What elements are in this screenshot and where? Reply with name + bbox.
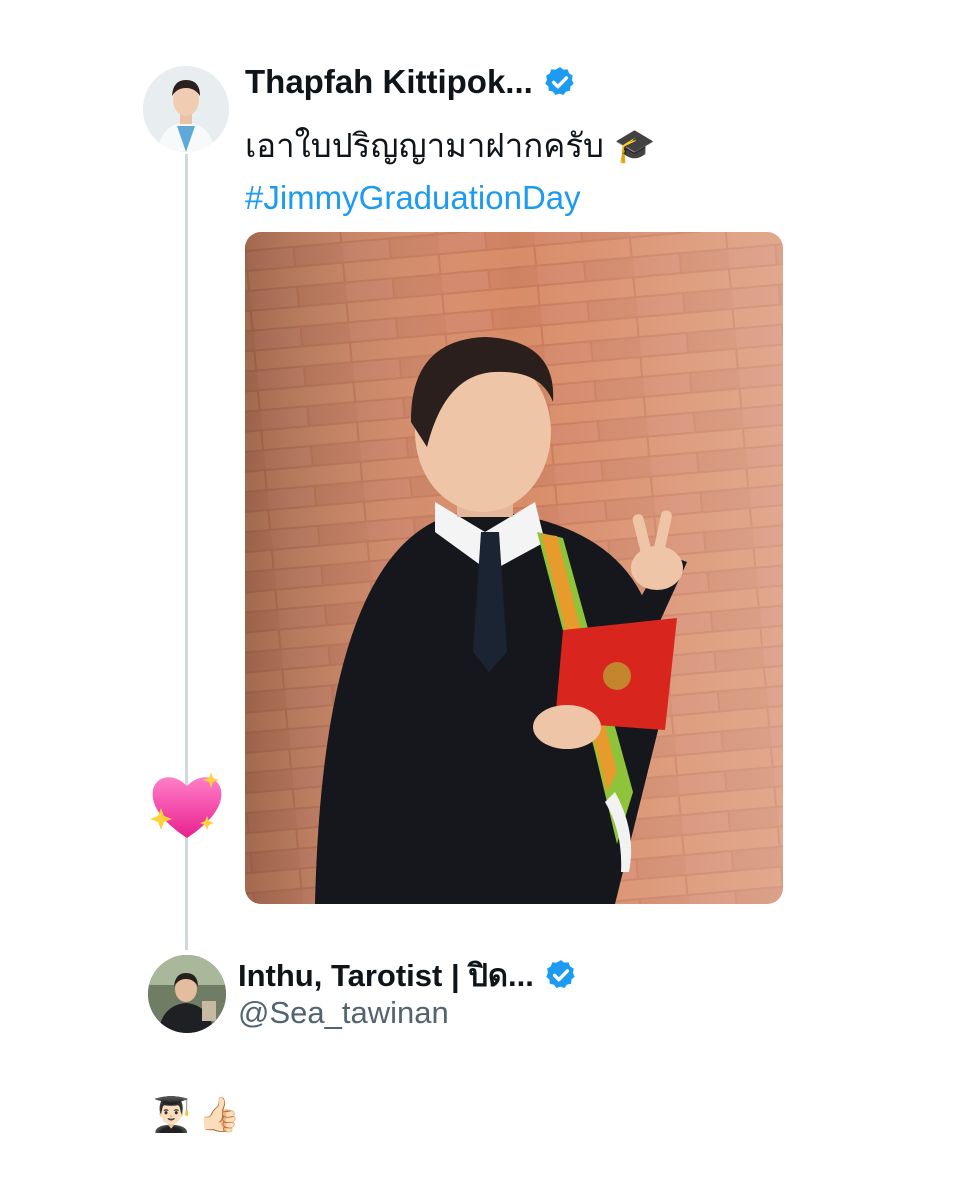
reply-author-name[interactable]: Inthu, Tarotist | ปิด... (238, 950, 534, 1000)
hashtag-link[interactable]: #JimmyGraduationDay (245, 172, 655, 224)
verified-badge-icon (545, 67, 574, 96)
reply-author-avatar[interactable] (148, 955, 226, 1033)
reply-author-name-row: Inthu, Tarotist | ปิด... (238, 950, 578, 1000)
reply-text: 👨🏻‍🎓👍🏻 (150, 1096, 247, 1134)
author-name[interactable]: Thapfah Kittipok... (245, 63, 533, 101)
author-avatar[interactable] (143, 66, 229, 152)
verified-badge-icon (546, 960, 575, 989)
tweet-photo[interactable] (245, 232, 783, 904)
sparkling-heart-icon (150, 772, 222, 838)
author-name-row: Thapfah Kittipok... (245, 63, 577, 101)
reply-author-handle[interactable]: @Sea_tawinan (238, 995, 449, 1031)
tweet-body: เอาใบปริญญามาฝากครับ (245, 126, 605, 165)
graduation-cap-icon: 🎓 (614, 126, 656, 165)
tweet-text: เอาใบปริญญามาฝากครับ 🎓 #JimmyGraduationDa… (245, 120, 655, 224)
